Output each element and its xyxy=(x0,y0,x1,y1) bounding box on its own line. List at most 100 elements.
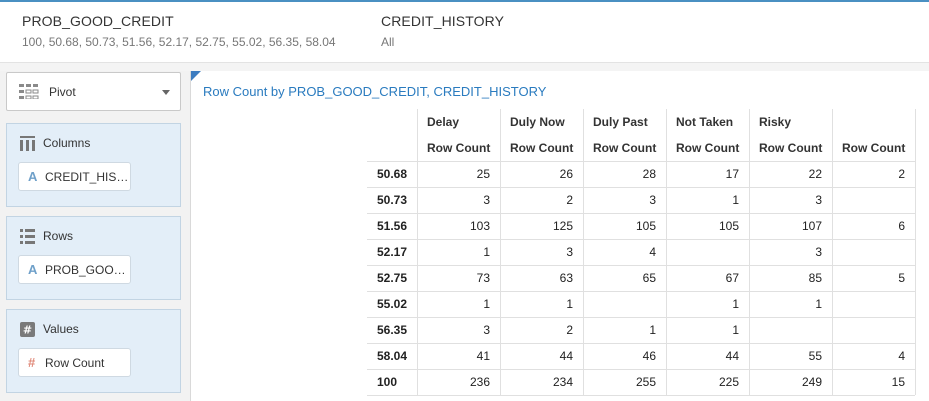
table-cell xyxy=(832,187,915,213)
table-cell: 55 xyxy=(808,349,822,363)
measure-header[interactable]: Row Count xyxy=(832,135,915,161)
column-header[interactable]: Risky xyxy=(749,109,832,135)
table-cell: 4 xyxy=(898,349,905,363)
table-cell: 125 xyxy=(552,219,573,233)
column-chip[interactable]: A CREDIT_HIS… xyxy=(18,162,131,191)
column-header[interactable]: Delay xyxy=(417,109,500,135)
columns-title: Columns xyxy=(43,136,91,150)
grid-line xyxy=(749,109,750,395)
table-cell: 46 xyxy=(642,349,656,363)
table-cell: 2 xyxy=(566,323,573,337)
selection-corner xyxy=(191,71,201,81)
grid-line xyxy=(367,187,915,188)
row-header[interactable]: 58.04 xyxy=(367,343,417,369)
view-type-label: Pivot xyxy=(49,85,76,99)
grid-line xyxy=(417,109,418,395)
table-cell: 1 xyxy=(649,323,656,337)
measure-icon: # xyxy=(28,355,36,370)
table-cell: 15 xyxy=(891,375,905,389)
table-cell: 1 xyxy=(566,297,573,311)
table-cell: 1 xyxy=(732,323,739,337)
grid-line xyxy=(583,109,584,395)
grid-line xyxy=(367,239,915,240)
table-cell: 22 xyxy=(808,167,822,181)
table-cell: 1 xyxy=(732,297,739,311)
table-cell: 234 xyxy=(552,375,573,389)
table-cell: 225 xyxy=(718,375,739,389)
table-cell: 28 xyxy=(642,167,656,181)
measure-header[interactable]: Row Count xyxy=(583,135,666,161)
measure-header[interactable]: Row Count xyxy=(417,135,500,161)
table-cell: 2 xyxy=(898,167,905,181)
measure-header[interactable]: Row Count xyxy=(500,135,583,161)
row-header[interactable]: 100 xyxy=(367,369,417,395)
filter-prob-good-credit[interactable]: PROB_GOOD_CREDIT 100, 50.68, 50.73, 51.5… xyxy=(22,13,336,49)
table-cell: 6 xyxy=(898,219,905,233)
view-type-select[interactable]: Pivot xyxy=(6,72,181,111)
grid-line xyxy=(367,317,915,318)
table-cell xyxy=(832,239,915,265)
row-header[interactable]: 56.35 xyxy=(367,317,417,343)
table-cell: 103 xyxy=(469,219,490,233)
table-cell: 3 xyxy=(566,245,573,259)
table-cell: 67 xyxy=(725,271,739,285)
table-cell: 2 xyxy=(566,193,573,207)
table-cell: 3 xyxy=(649,193,656,207)
view-title: Row Count by PROB_GOOD_CREDIT, CREDIT_HI… xyxy=(203,84,547,99)
column-chip-label: CREDIT_HIS… xyxy=(45,170,129,184)
table-cell: 44 xyxy=(725,349,739,363)
grid-line xyxy=(367,213,915,214)
column-header[interactable] xyxy=(832,109,915,135)
row-header[interactable]: 52.75 xyxy=(367,265,417,291)
column-header[interactable]: Duly Past xyxy=(583,109,666,135)
attribute-icon: A xyxy=(28,262,38,277)
table-cell: 73 xyxy=(476,271,490,285)
table-cell: 105 xyxy=(718,219,739,233)
pivot-icon xyxy=(19,84,39,99)
column-header[interactable]: Not Taken xyxy=(666,109,749,135)
measure-header[interactable]: Row Count xyxy=(666,135,749,161)
table-cell: 236 xyxy=(469,375,490,389)
value-chip[interactable]: # Row Count xyxy=(18,348,131,377)
attribute-icon: A xyxy=(28,169,38,184)
row-header[interactable]: 51.56 xyxy=(367,213,417,239)
table-cell: 3 xyxy=(815,193,822,207)
table-cell: 41 xyxy=(476,349,490,363)
grid-line xyxy=(367,161,915,162)
table-cell xyxy=(583,291,666,317)
filter-credit-history[interactable]: CREDIT_HISTORY All xyxy=(381,13,504,49)
filter-bar: PROB_GOOD_CREDIT 100, 50.68, 50.73, 51.5… xyxy=(0,0,929,62)
row-header[interactable]: 50.73 xyxy=(367,187,417,213)
row-header[interactable]: 52.17 xyxy=(367,239,417,265)
values-panel: # Values # Row Count xyxy=(6,309,181,393)
grid-line xyxy=(367,343,915,344)
row-header[interactable]: 55.02 xyxy=(367,291,417,317)
grid-line xyxy=(666,109,667,395)
filter-title: PROB_GOOD_CREDIT xyxy=(22,13,174,29)
row-chip[interactable]: A PROB_GOO… xyxy=(18,255,131,284)
grid-line xyxy=(367,265,915,266)
table-cell: 85 xyxy=(808,271,822,285)
row-header[interactable]: 50.68 xyxy=(367,161,417,187)
visualization-area: Row Count by PROB_GOOD_CREDIT, CREDIT_HI… xyxy=(190,71,929,401)
grammar-panel: Pivot Columns A CREDIT_HIS… Rows A PROB_… xyxy=(0,71,190,401)
table-cell xyxy=(832,317,915,343)
table-cell: 3 xyxy=(483,193,490,207)
table-cell: 65 xyxy=(642,271,656,285)
columns-icon xyxy=(20,136,35,151)
chevron-down-icon[interactable] xyxy=(162,90,170,95)
measure-header[interactable]: Row Count xyxy=(749,135,832,161)
table-cell: 25 xyxy=(476,167,490,181)
table-cell: 1 xyxy=(815,297,822,311)
table-cell: 5 xyxy=(898,271,905,285)
table-cell: 3 xyxy=(483,323,490,337)
columns-panel: Columns A CREDIT_HIS… xyxy=(6,123,181,207)
grid-line xyxy=(832,109,833,395)
table-cell: 44 xyxy=(559,349,573,363)
table-cell: 63 xyxy=(559,271,573,285)
values-title: Values xyxy=(43,322,79,336)
table-cell: 3 xyxy=(815,245,822,259)
table-cell: 105 xyxy=(635,219,656,233)
column-header[interactable]: Duly Now xyxy=(500,109,583,135)
filter-title: CREDIT_HISTORY xyxy=(381,13,505,29)
